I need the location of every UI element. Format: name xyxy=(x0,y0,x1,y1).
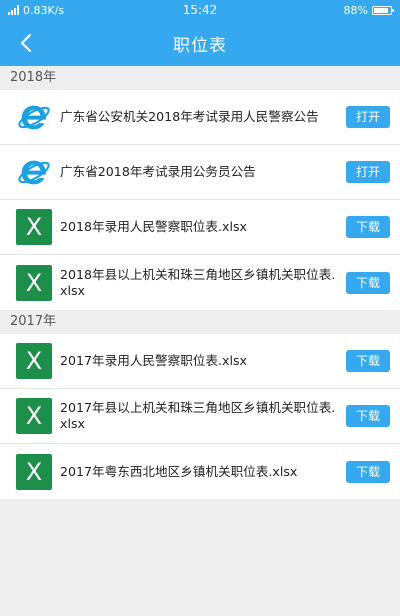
download-button[interactable]: 下载 xyxy=(346,405,390,427)
chevron-left-icon xyxy=(20,33,32,53)
page-title: 职位表 xyxy=(173,35,227,56)
battery-percent: 88% xyxy=(343,3,368,17)
ie-logo-graphic xyxy=(18,105,50,130)
item-title: 2017年县以上机关和珠三角地区乡镇机关职位表.xlsx xyxy=(60,400,336,431)
item-title: 2017年粤东西北地区乡镇机关职位表.xlsx xyxy=(60,463,298,479)
network-speed: 0.83K/s xyxy=(23,3,65,17)
download-button[interactable]: 下载 xyxy=(346,350,390,372)
download-button[interactable]: 下载 xyxy=(346,271,390,294)
download-button[interactable]: 下载 xyxy=(346,216,390,238)
section-header: 2017年 xyxy=(0,310,400,334)
ie-icon xyxy=(16,99,52,135)
list-item[interactable]: 广东省公安机关2018年考试录用人民警察公告 打开 xyxy=(0,90,400,145)
excel-icon: X xyxy=(16,264,52,301)
signal-icon xyxy=(8,5,19,15)
file-list: 2018年 广东省公安机关2018年考试录用人民警察公告 打开 广东省2018年考试录… xyxy=(0,66,400,499)
item-title: 广东省2018年考试录用公务员公告 xyxy=(60,164,256,179)
ie-icon xyxy=(16,154,52,190)
battery-icon xyxy=(372,5,394,15)
nav-bar: 职位表 xyxy=(0,20,400,66)
open-button[interactable]: 打开 xyxy=(346,161,390,183)
section-list: X 2017年录用人民警察职位表.xlsx 下载 X 2017年县以上机关和珠三角地区乡… xyxy=(0,334,400,499)
status-left: 0.83K/s xyxy=(8,4,64,17)
download-button[interactable]: 下载 xyxy=(346,460,390,483)
excel-icon: X xyxy=(16,343,52,379)
status-time: 15:42 xyxy=(182,3,218,17)
battery-fill xyxy=(374,7,389,13)
open-button[interactable]: 打开 xyxy=(346,106,390,128)
excel-icon: X xyxy=(16,209,52,245)
list-item[interactable]: 广东省2018年考试录用公务员公告 打开 xyxy=(0,145,400,200)
back-button[interactable] xyxy=(8,20,44,66)
status-bar: 0.83K/s 15:42 88% xyxy=(0,0,400,20)
item-title: 2018年县以上机关和珠三角地区乡镇机关职位表.xlsx xyxy=(60,266,336,298)
excel-icon: X xyxy=(16,453,52,490)
excel-icon: X xyxy=(16,398,52,434)
list-item[interactable]: X 2017年粤东西北地区乡镇机关职位表.xlsx 下载 xyxy=(0,444,400,499)
list-item[interactable]: X 2018年录用人民警察职位表.xlsx 下载 xyxy=(0,200,400,255)
list-item[interactable]: X 2018年县以上机关和珠三角地区乡镇机关职位表.xlsx 下载 xyxy=(0,255,400,310)
list-item[interactable]: X 2017年录用人民警察职位表.xlsx 下载 xyxy=(0,334,400,389)
ie-logo-graphic xyxy=(18,160,50,185)
list-item[interactable]: X 2017年县以上机关和珠三角地区乡镇机关职位表.xlsx 下载 xyxy=(0,389,400,444)
section-header: 2018年 xyxy=(0,66,400,90)
section-list: 广东省公安机关2018年考试录用人民警察公告 打开 广东省2018年考试录用公务员公… xyxy=(0,90,400,310)
item-title: 2017年录用人民警察职位表.xlsx xyxy=(60,353,247,368)
status-right: 88% xyxy=(343,3,394,17)
item-title: 2018年录用人民警察职位表.xlsx xyxy=(60,219,247,234)
top-bar: 0.83K/s 15:42 88% 职位表 xyxy=(0,0,400,66)
item-title: 广东省公安机关2018年考试录用人民警察公告 xyxy=(60,109,319,124)
